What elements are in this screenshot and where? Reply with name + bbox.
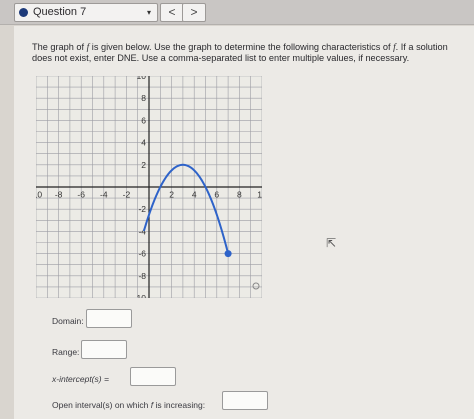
x-tick-label: 8 [237, 189, 242, 199]
graph-canvas: -10-8-6-4-2246810108642-2-4-6-8-10 [30, 71, 267, 303]
zoom-icon [252, 282, 260, 290]
function-graph: -10-8-6-4-2246810108642-2-4-6-8-10 [30, 71, 267, 303]
chevron-down-icon: ▾ [146, 8, 151, 17]
x-tick-label: -2 [123, 189, 131, 199]
y-tick-label: 10 [137, 76, 147, 81]
question-select[interactable]: Question 7 ▾ [14, 3, 158, 22]
range-label: Range: [52, 347, 80, 357]
x-tick-label: 6 [214, 189, 219, 199]
status-dot-icon [19, 8, 28, 17]
x-intercept-label: x-intercept(s) = [52, 374, 109, 384]
increasing-label: Open interval(s) on which f is increasin… [52, 400, 206, 410]
x-tick-label: 2 [169, 189, 174, 199]
y-tick-label: -10 [134, 293, 147, 298]
y-tick-label: -8 [138, 271, 146, 281]
y-tick-label: 8 [141, 93, 146, 103]
y-tick-label: -6 [138, 249, 146, 259]
x-tick-label: -8 [55, 189, 63, 199]
y-tick-label: 2 [141, 160, 146, 170]
x-intercept-input[interactable] [130, 367, 176, 386]
y-tick-label: 4 [141, 138, 146, 148]
increasing-input[interactable] [222, 391, 268, 410]
y-tick-label: -2 [138, 204, 146, 214]
prev-question-button[interactable]: < [160, 3, 184, 22]
x-tick-label: 10 [257, 189, 262, 199]
x-tick-label: -4 [100, 189, 108, 199]
x-tick-label: -10 [36, 189, 42, 199]
question-label: Question 7 [33, 6, 87, 18]
domain-input[interactable] [86, 309, 132, 328]
question-prompt: The graph of f is given below. Use the g… [32, 42, 448, 63]
x-tick-label: 4 [192, 189, 197, 199]
y-tick-label: 6 [141, 115, 146, 125]
x-tick-label: -6 [77, 189, 85, 199]
mouse-cursor-icon: ⇱ [326, 236, 337, 250]
domain-label: Domain: [52, 316, 84, 326]
endpoint-dot [224, 250, 232, 258]
next-question-button[interactable]: > [182, 3, 206, 22]
top-bar: Question 7 ▾ < > [0, 0, 474, 25]
range-input[interactable] [81, 340, 127, 359]
